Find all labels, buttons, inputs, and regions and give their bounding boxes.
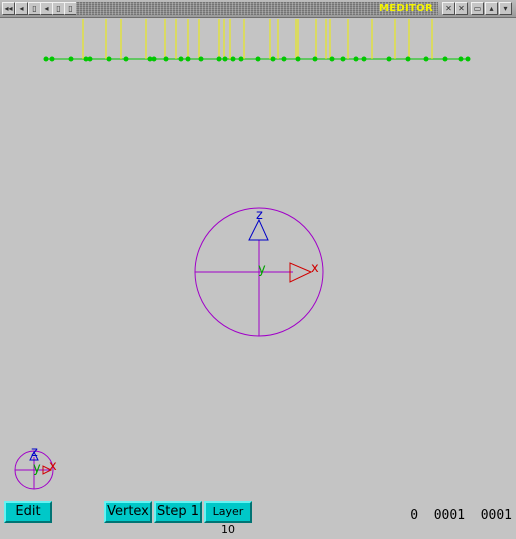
- orientation-z-label: z: [31, 445, 38, 460]
- z-axis-arrow[interactable]: [248, 218, 269, 241]
- track-node[interactable]: [361, 56, 367, 62]
- track-node[interactable]: [222, 56, 228, 62]
- track-node[interactable]: [178, 56, 184, 62]
- track-node[interactable]: [87, 56, 93, 62]
- track-node[interactable]: [353, 56, 359, 62]
- track-node[interactable]: [281, 56, 287, 62]
- lower-icon[interactable]: ▾: [499, 2, 512, 15]
- track-node[interactable]: [255, 56, 261, 62]
- orientation-y-label: y: [33, 461, 41, 476]
- track-markers: [82, 19, 433, 59]
- status-value-b: 0001: [433, 508, 466, 523]
- scroll-first-button[interactable]: ◂◂: [2, 2, 15, 15]
- track-node[interactable]: [198, 56, 204, 62]
- track-node[interactable]: [230, 56, 236, 62]
- vertex-button[interactable]: Vertex: [104, 501, 152, 523]
- layer-button[interactable]: Layer 10: [204, 501, 252, 536]
- orientation-gizmo: z x y: [14, 445, 57, 490]
- track-node[interactable]: [312, 56, 318, 62]
- scroll-prev-button[interactable]: ◂: [15, 2, 28, 15]
- track-node[interactable]: [49, 56, 55, 62]
- track-node[interactable]: [458, 56, 464, 62]
- 3d-viewport[interactable]: z x y z x y: [0, 18, 516, 496]
- iconify-icon[interactable]: ▭: [471, 2, 484, 15]
- edit-button[interactable]: Edit: [4, 501, 52, 523]
- z-axis-label: z: [256, 208, 263, 223]
- track-node[interactable]: [123, 56, 129, 62]
- track-nodes[interactable]: [43, 56, 471, 62]
- x-axis-arrow[interactable]: [289, 262, 313, 283]
- track-node[interactable]: [386, 56, 392, 62]
- track-node[interactable]: [295, 56, 301, 62]
- track-node[interactable]: [405, 56, 411, 62]
- orientation-x-label: x: [49, 459, 57, 474]
- kill-icon[interactable]: ✕: [455, 2, 468, 15]
- close-icon[interactable]: ✕: [442, 2, 455, 15]
- track-node[interactable]: [216, 56, 222, 62]
- track-node[interactable]: [442, 56, 448, 62]
- track-node[interactable]: [43, 56, 49, 62]
- y-axis-label: y: [258, 262, 266, 277]
- track-node[interactable]: [465, 56, 471, 62]
- status-value-c: 0001: [480, 508, 512, 523]
- track-node[interactable]: [329, 56, 335, 62]
- track-node[interactable]: [185, 56, 191, 62]
- track-node[interactable]: [68, 56, 74, 62]
- track-node[interactable]: [270, 56, 276, 62]
- status-readout: 0 0001 0001: [410, 508, 512, 523]
- window-title: MEDITOR: [379, 3, 433, 14]
- track-node[interactable]: [238, 56, 244, 62]
- track-node[interactable]: [151, 56, 157, 62]
- track-node[interactable]: [423, 56, 429, 62]
- status-value-a: 0: [410, 508, 419, 523]
- title-bar: ◂◂ ◂ ▯ ◂ ▯ ▯ MEDITOR ✕ ✕ ▭ ▴ ▾: [0, 0, 516, 18]
- object-gizmo[interactable]: z x y: [194, 207, 324, 337]
- track-node[interactable]: [163, 56, 169, 62]
- raise-icon[interactable]: ▴: [485, 2, 498, 15]
- path-track[interactable]: [43, 19, 471, 62]
- x-axis-label: x: [311, 261, 319, 276]
- step-button[interactable]: Step 1: [154, 501, 202, 523]
- track-node[interactable]: [340, 56, 346, 62]
- track-node[interactable]: [106, 56, 112, 62]
